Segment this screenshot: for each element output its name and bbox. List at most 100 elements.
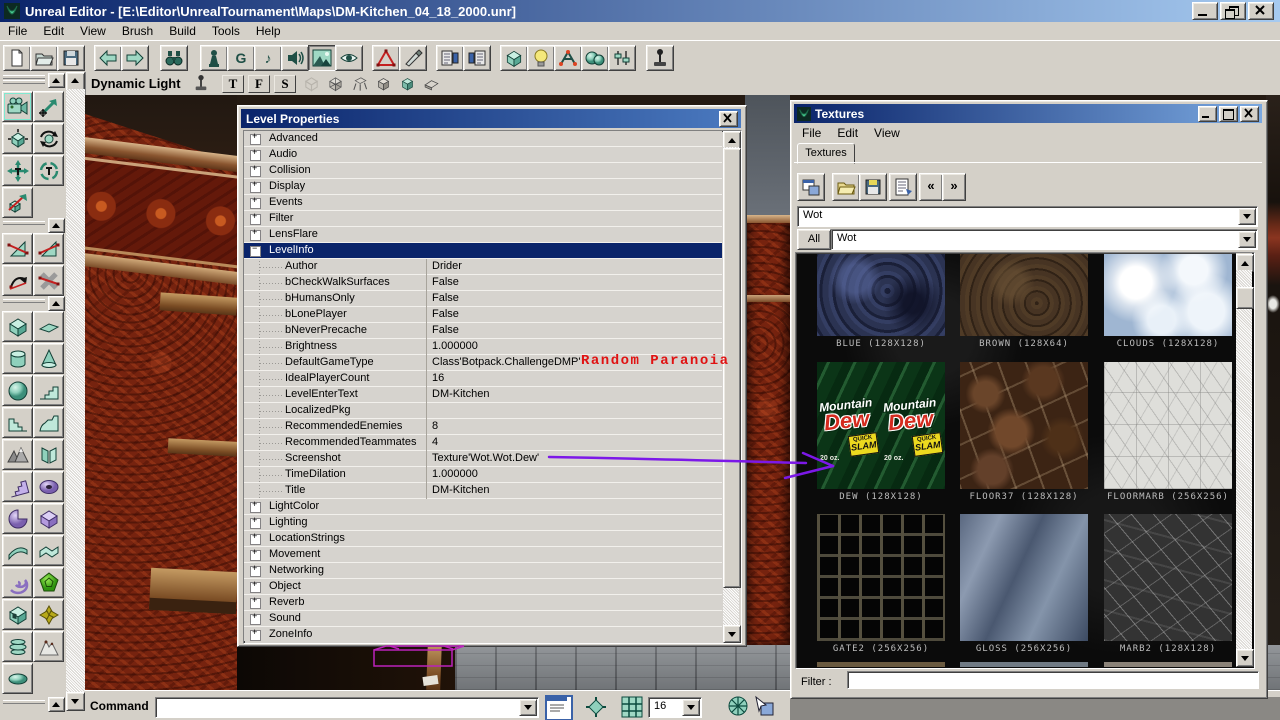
texture-browser[interactable]: BLUE (128X128) BROWN (128X64) CLOUDS (12… (795, 252, 1255, 669)
cone-brush-button[interactable] (33, 343, 64, 374)
terrain-sheet-brush-button[interactable] (33, 535, 64, 566)
spiral-brush-button[interactable] (2, 567, 33, 598)
curved-stairs-brush-button[interactable] (33, 407, 64, 438)
play-level-button[interactable] (646, 45, 674, 71)
pan-camera-button[interactable] (2, 123, 33, 154)
texture-tile-dew[interactable]: Mountain Dew QUICKSLAM 20 oz. Mountain D… (817, 362, 945, 489)
property-row[interactable]: Author Drider (244, 259, 722, 275)
property-group-row[interactable]: Sound (244, 611, 722, 627)
actor-browser-button[interactable] (200, 45, 228, 71)
torus-brush-button[interactable] (33, 471, 64, 502)
property-group-row[interactable]: Reverb (244, 595, 722, 611)
palette-scroll-down[interactable] (66, 692, 85, 711)
texture-tile-gate2[interactable] (817, 514, 945, 641)
joystick-small-icon[interactable] (193, 74, 209, 92)
palette-scroll-track[interactable] (66, 89, 85, 692)
main-titlebar[interactable]: Unreal Editor - [E:\Editor\UnrealTournam… (0, 0, 1280, 22)
hollow-cube-brush-button[interactable] (2, 599, 33, 630)
property-group-row[interactable]: LightColor (244, 499, 722, 515)
new-map-button[interactable] (3, 45, 31, 71)
property-scrollbar[interactable] (723, 131, 739, 641)
scale-actor-button[interactable] (2, 155, 33, 186)
rotate-actor-button[interactable] (33, 123, 64, 154)
dialog-close-button[interactable] (719, 111, 738, 127)
expand-plus-icon[interactable] (250, 214, 261, 225)
property-group-row[interactable]: Movement (244, 547, 722, 563)
cube2-brush-button[interactable] (33, 503, 64, 534)
textures-close-button[interactable] (1240, 106, 1259, 122)
textures-save-button[interactable] (859, 173, 887, 201)
menu-item[interactable]: View (72, 22, 114, 40)
property-group-row[interactable]: Networking (244, 563, 722, 579)
expand-plus-icon[interactable] (250, 598, 261, 609)
palette-section-button[interactable] (48, 697, 65, 712)
property-group-row[interactable]: Audio (244, 147, 722, 163)
texture-align-button[interactable]: F (248, 75, 270, 93)
textures-open-button[interactable] (832, 173, 860, 201)
cube-brush-button[interactable] (2, 311, 33, 342)
palette-grip[interactable] (3, 80, 45, 84)
clip-flip-button[interactable] (33, 233, 64, 264)
menu-item[interactable]: File (0, 22, 35, 40)
log-window-button[interactable] (545, 695, 573, 720)
expand-plus-icon[interactable] (250, 582, 261, 593)
group-combobox[interactable]: Wot (831, 229, 1258, 250)
texture-tile-marb2[interactable] (1104, 514, 1232, 641)
search-actors-button[interactable] (160, 45, 188, 71)
property-group-row[interactable]: Events (244, 195, 722, 211)
menu-item[interactable]: Tools (204, 22, 248, 40)
select-mode-icon[interactable] (753, 695, 775, 717)
redo-button[interactable] (121, 45, 149, 71)
expand-plus-icon[interactable] (250, 502, 261, 513)
property-group-row[interactable]: Display (244, 179, 722, 195)
close-button[interactable] (1248, 2, 1274, 20)
group-browser-button[interactable]: G (227, 45, 255, 71)
sound-browser-button[interactable] (281, 45, 309, 71)
expand-plus-icon[interactable] (250, 166, 261, 177)
peak-brush-button[interactable] (33, 631, 64, 662)
sheets-cross-brush-button[interactable] (33, 439, 64, 470)
property-row[interactable]: RecommendedEnemies 8 (244, 419, 722, 435)
split-polygon-button[interactable] (2, 265, 33, 296)
stairs-brush-button[interactable] (33, 375, 64, 406)
property-row[interactable]: RecommendedTeammates 4 (244, 435, 722, 451)
property-row[interactable]: Title DM-Kitchen (244, 483, 722, 499)
filter-input[interactable] (847, 671, 1259, 689)
grid-size-combobox[interactable]: 16 (648, 697, 702, 718)
menu-item[interactable]: Brush (114, 22, 161, 40)
command-dropdown-button[interactable] (519, 699, 537, 716)
terrain-brush-button[interactable] (2, 439, 33, 470)
textures-titlebar[interactable]: Textures (794, 104, 1262, 123)
build-all-button[interactable] (581, 45, 609, 71)
package-combobox[interactable]: Wot (797, 206, 1258, 227)
property-group-row[interactable]: Object (244, 579, 722, 595)
property-group-row[interactable]: Lighting (244, 515, 722, 531)
group-dropdown-button[interactable] (1238, 231, 1256, 248)
property-row[interactable]: bCheckWalkSurfaces False (244, 275, 722, 291)
texture-tile-peek[interactable] (1104, 662, 1232, 667)
expand-plus-icon[interactable] (250, 230, 261, 241)
palette-collapse-button[interactable] (48, 73, 65, 88)
textures-maximize-button[interactable] (1219, 106, 1238, 122)
texture-tile-floormarb[interactable] (1104, 362, 1232, 489)
menu-item[interactable]: Edit (35, 22, 72, 40)
music-browser-button[interactable]: ♪ (254, 45, 282, 71)
menu-item[interactable]: Edit (829, 124, 866, 142)
curved-sheet-brush-button[interactable] (2, 535, 33, 566)
2d-shape-editor-button[interactable] (372, 45, 400, 71)
texture-tile-brown[interactable] (960, 254, 1088, 336)
package-dropdown-button[interactable] (1238, 208, 1256, 225)
textures-minimize-button[interactable] (1198, 106, 1217, 122)
texture-align-button[interactable]: T (222, 75, 244, 93)
property-row[interactable]: TimeDilation 1.000000 (244, 467, 722, 483)
textures-properties-button[interactable] (889, 173, 917, 201)
texture-browser-button[interactable] (308, 45, 336, 71)
menu-item[interactable]: View (866, 124, 908, 142)
expand-plus-icon[interactable] (250, 182, 261, 193)
texture-tile-blue[interactable] (817, 254, 945, 336)
undo-button[interactable] (94, 45, 122, 71)
mesh-browser-button[interactable] (335, 45, 363, 71)
build-paths-button[interactable] (554, 45, 582, 71)
property-row[interactable]: LocalizedPkg (244, 403, 722, 419)
command-input[interactable] (158, 699, 520, 716)
